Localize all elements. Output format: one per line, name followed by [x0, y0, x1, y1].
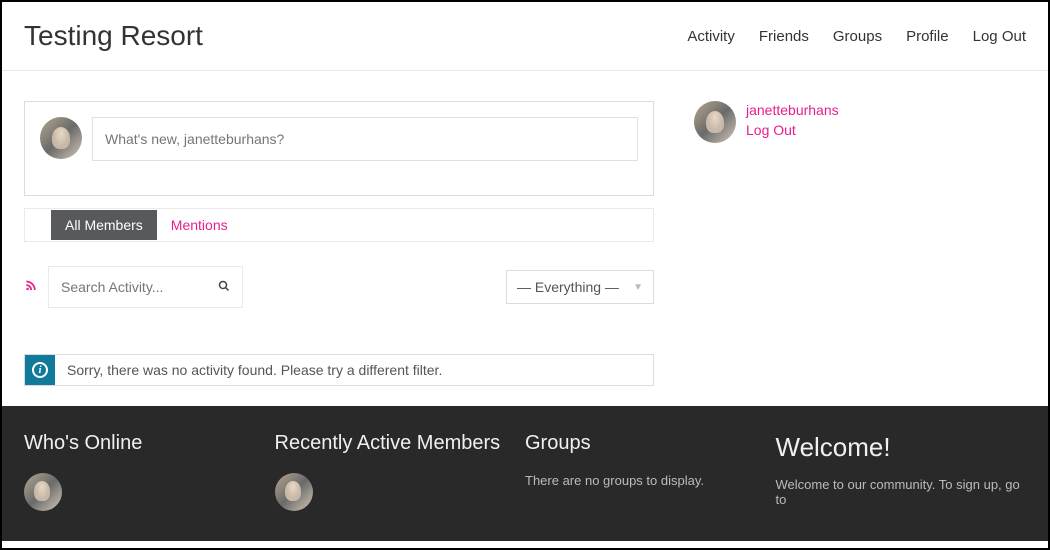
site-title[interactable]: Testing Resort: [24, 20, 203, 52]
post-box: [24, 101, 654, 196]
left-column: All Members Mentions — Everything — ▼ i …: [24, 101, 654, 386]
post-input[interactable]: [92, 117, 638, 161]
footer-recently-active: Recently Active Members: [275, 432, 526, 511]
nav-groups[interactable]: Groups: [833, 28, 882, 45]
main-nav: Activity Friends Groups Profile Log Out: [687, 28, 1026, 45]
footer-col2-title: Recently Active Members: [275, 432, 526, 455]
info-message: Sorry, there was no activity found. Plea…: [55, 355, 454, 385]
footer-welcome: Welcome! Welcome to our community. To si…: [776, 432, 1027, 511]
tab-all-members[interactable]: All Members: [51, 210, 157, 240]
footer: Who's Online Recently Active Members Gro…: [2, 406, 1048, 541]
dropdown-label: — Everything —: [517, 279, 619, 295]
footer-col4-title: Welcome!: [776, 432, 1027, 463]
sidebar-logout[interactable]: Log Out: [746, 121, 839, 141]
filter-dropdown[interactable]: — Everything — ▼: [506, 270, 654, 304]
info-bar: i Sorry, there was no activity found. Pl…: [24, 354, 654, 386]
search-box: [48, 266, 243, 308]
tabs: All Members Mentions: [25, 209, 653, 241]
sidebar-links: janetteburhans Log Out: [746, 101, 839, 386]
search-icon[interactable]: [218, 280, 230, 295]
header: Testing Resort Activity Friends Groups P…: [2, 2, 1048, 71]
tab-mentions[interactable]: Mentions: [157, 210, 242, 240]
sidebar-username[interactable]: janetteburhans: [746, 101, 839, 121]
nav-logout[interactable]: Log Out: [973, 28, 1026, 45]
nav-activity[interactable]: Activity: [687, 28, 735, 45]
sidebar-avatar[interactable]: [694, 101, 736, 143]
main: All Members Mentions — Everything — ▼ i …: [2, 71, 1048, 406]
rss-icon[interactable]: [24, 278, 38, 297]
nav-profile[interactable]: Profile: [906, 28, 949, 45]
info-icon: i: [25, 355, 55, 385]
footer-groups: Groups There are no groups to display.: [525, 432, 776, 511]
chevron-down-icon: ▼: [633, 282, 643, 293]
nav-friends[interactable]: Friends: [759, 28, 809, 45]
avatar[interactable]: [40, 117, 82, 159]
search-input[interactable]: [61, 279, 201, 295]
online-avatar[interactable]: [24, 473, 62, 511]
tabs-wrap: All Members Mentions: [24, 208, 654, 242]
filter-row: — Everything — ▼: [24, 266, 654, 308]
recent-avatar[interactable]: [275, 473, 313, 511]
right-column: janetteburhans Log Out: [694, 101, 839, 386]
footer-col3-title: Groups: [525, 432, 776, 455]
footer-whos-online: Who's Online: [24, 432, 275, 511]
footer-welcome-text: Welcome to our community. To sign up, go…: [776, 477, 1027, 507]
footer-groups-text: There are no groups to display.: [525, 473, 776, 488]
footer-col1-title: Who's Online: [24, 432, 275, 455]
